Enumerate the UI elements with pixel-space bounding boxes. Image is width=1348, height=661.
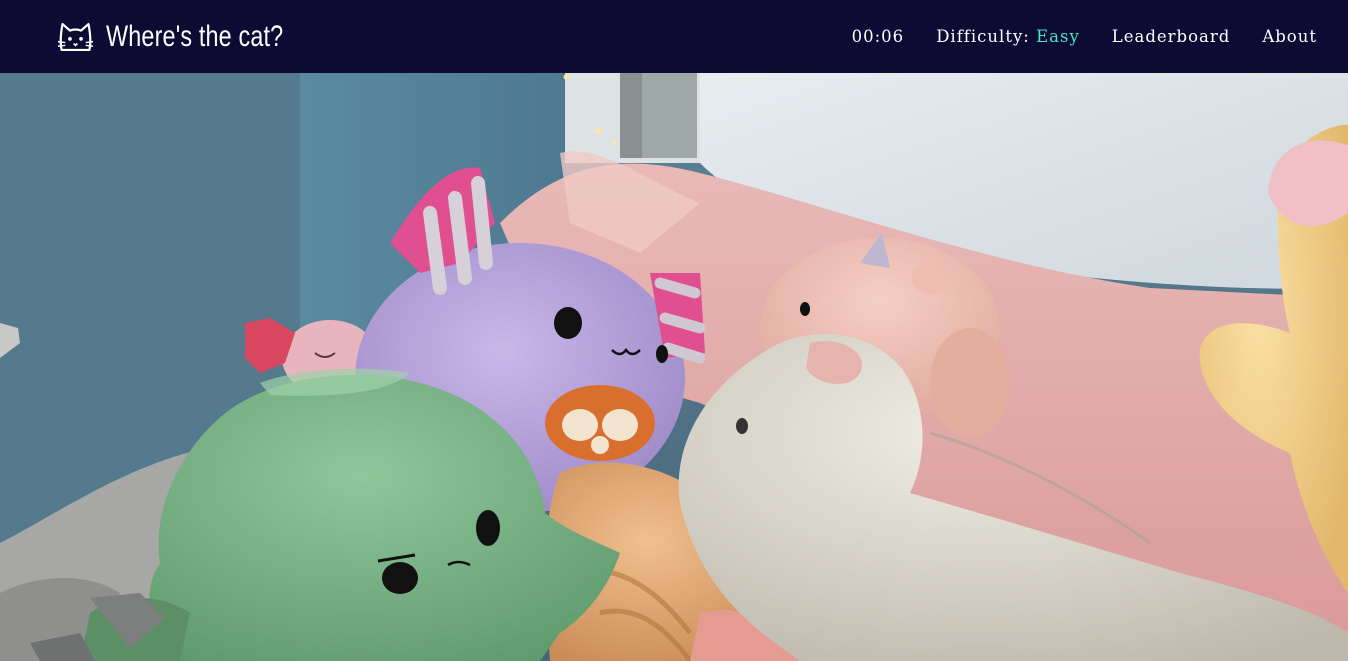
app-title: Where's the cat? [106,19,284,53]
nav-menu: 00:06 Difficulty: Easy Leaderboard About [852,27,1317,46]
cat-face-icon [57,22,94,51]
home-logo-link[interactable]: Where's the cat? [57,20,333,54]
difficulty-value: Easy [1036,27,1080,46]
puzzle-photo[interactable] [0,73,1348,661]
top-navbar: Where's the cat? 00:06 Difficulty: Easy … [0,0,1348,73]
timer-display: 00:06 [851,27,905,46]
leaderboard-link[interactable]: Leaderboard [1112,27,1231,46]
difficulty-label: Difficulty: [936,27,1030,46]
difficulty-selector[interactable]: Difficulty: Easy [936,27,1080,46]
about-link[interactable]: About [1262,27,1317,46]
puzzle-image[interactable] [0,73,1348,661]
